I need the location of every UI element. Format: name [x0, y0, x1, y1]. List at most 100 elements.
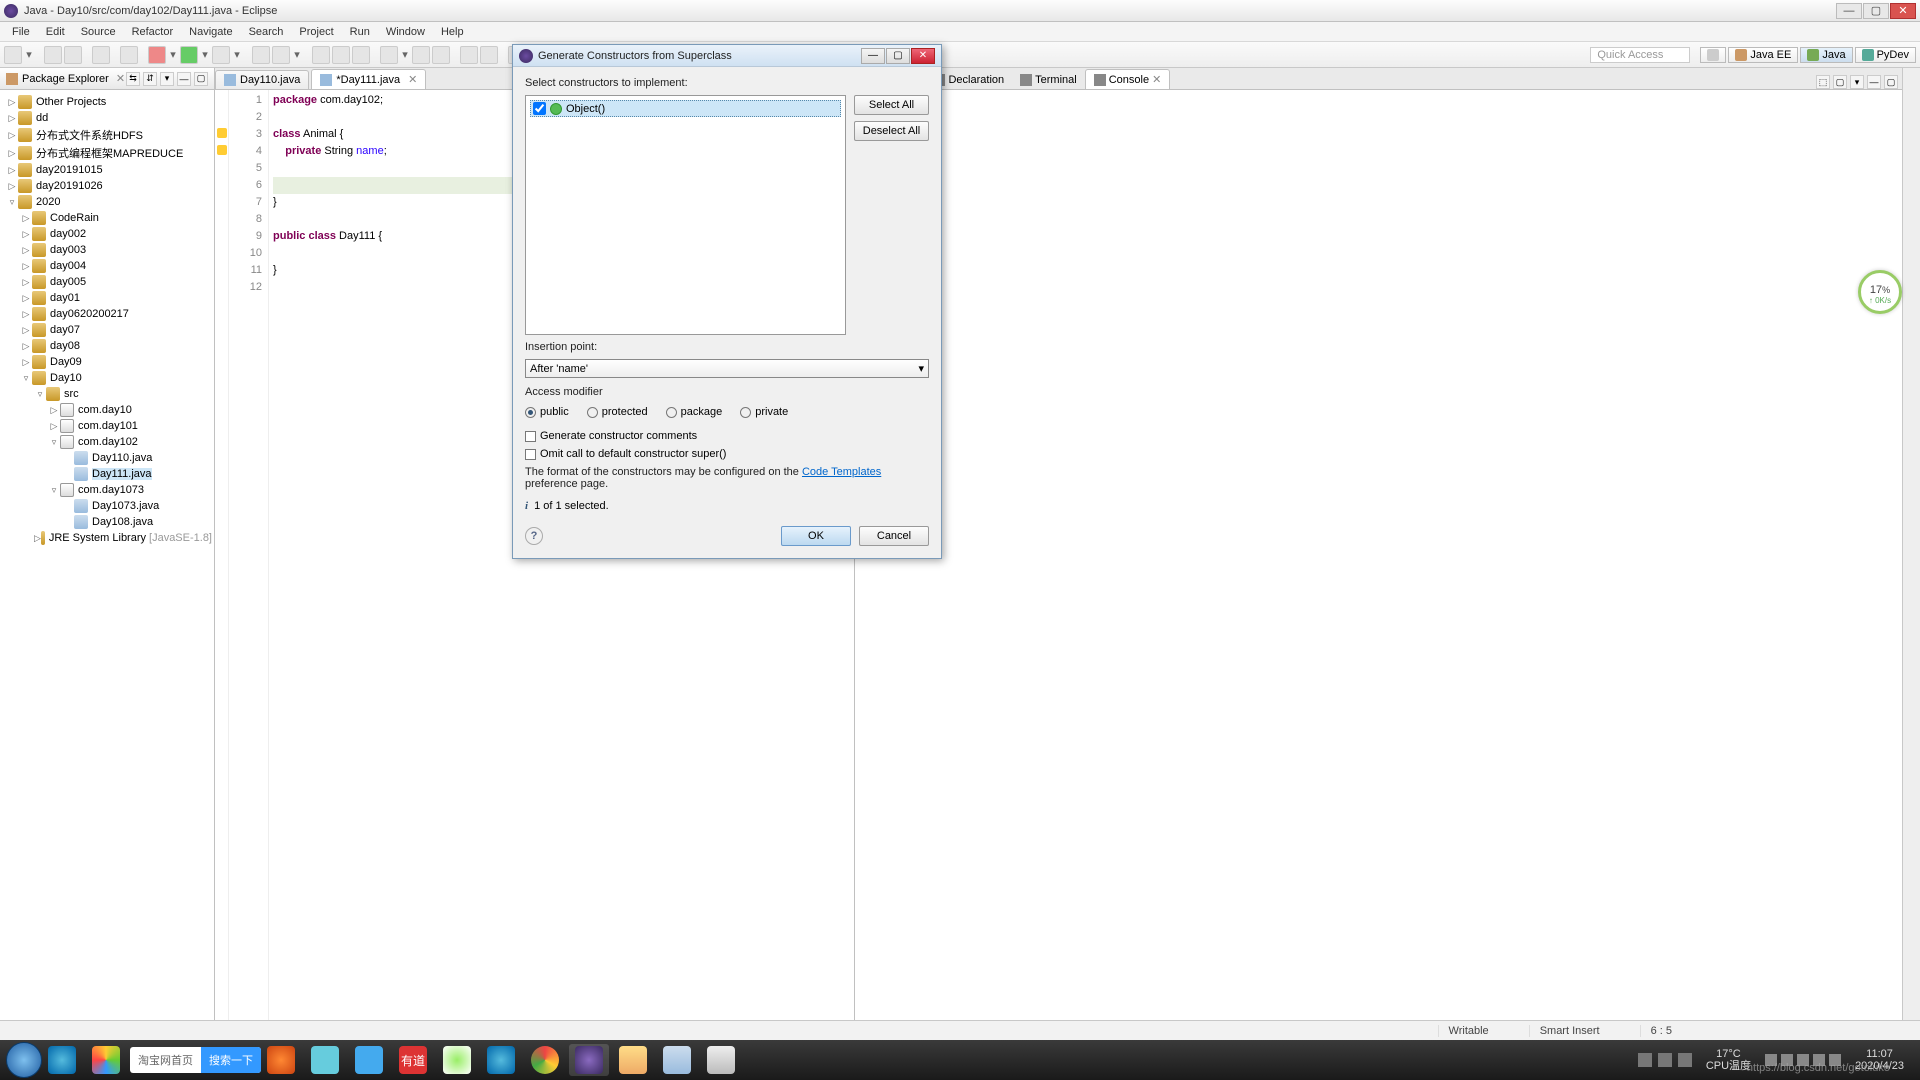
- toggle-button[interactable]: [120, 46, 138, 64]
- tree-item[interactable]: ▷day08: [2, 338, 212, 354]
- view-tab-terminal[interactable]: Terminal: [1012, 71, 1085, 89]
- app-icon-1[interactable]: [86, 1044, 126, 1076]
- youdao-icon[interactable]: 有道: [393, 1044, 433, 1076]
- tray-icon[interactable]: [1678, 1053, 1692, 1067]
- menu-run[interactable]: Run: [342, 24, 378, 40]
- menu-project[interactable]: Project: [291, 24, 341, 40]
- new-button[interactable]: [4, 46, 22, 64]
- view-menu-button[interactable]: ▾: [160, 72, 174, 86]
- tree-item[interactable]: ▷CodeRain: [2, 210, 212, 226]
- menu-refactor[interactable]: Refactor: [124, 24, 182, 40]
- tree-item[interactable]: ▷JRE System Library[JavaSE-1.8]: [2, 530, 212, 546]
- tray-icon[interactable]: [1658, 1053, 1672, 1067]
- maximize-button[interactable]: ▢: [1863, 3, 1889, 19]
- cancel-button[interactable]: Cancel: [859, 526, 929, 546]
- menu-navigate[interactable]: Navigate: [181, 24, 240, 40]
- view-control-button[interactable]: ▢: [1884, 75, 1898, 89]
- help-button[interactable]: ?: [525, 527, 543, 545]
- tree-item[interactable]: ▿2020: [2, 194, 212, 210]
- tree-item[interactable]: ▷day07: [2, 322, 212, 338]
- collapse-all-button[interactable]: ⇆: [126, 72, 140, 86]
- menu-window[interactable]: Window: [378, 24, 433, 40]
- constructor-item-object[interactable]: Object(): [530, 100, 841, 117]
- menu-search[interactable]: Search: [241, 24, 292, 40]
- tray-icon[interactable]: [1638, 1053, 1652, 1067]
- tree-item[interactable]: ▿Day10: [2, 370, 212, 386]
- perspective-java[interactable]: Java: [1800, 47, 1852, 63]
- radio-protected[interactable]: protected: [587, 406, 648, 418]
- new-package-button[interactable]: [252, 46, 270, 64]
- app-icon-2[interactable]: [305, 1044, 345, 1076]
- debug-button[interactable]: [148, 46, 166, 64]
- dialog-maximize-button[interactable]: ▢: [886, 48, 910, 64]
- package-tree[interactable]: ▷Other Projects▷dd▷分布式文件系统HDFS▷分布式编程框架MA…: [0, 90, 214, 1040]
- menu-help[interactable]: Help: [433, 24, 472, 40]
- open-type-button[interactable]: [312, 46, 330, 64]
- tree-item[interactable]: ▷day004: [2, 258, 212, 274]
- view-tab-console[interactable]: Console ✕: [1085, 69, 1171, 89]
- tree-item[interactable]: ▷Day09: [2, 354, 212, 370]
- tb-btn-b[interactable]: [412, 46, 430, 64]
- save-all-button[interactable]: [64, 46, 82, 64]
- ie-icon[interactable]: [42, 1044, 82, 1076]
- new-class-button[interactable]: [272, 46, 290, 64]
- tree-item[interactable]: ▿com.day102: [2, 434, 212, 450]
- print-button[interactable]: [92, 46, 110, 64]
- tree-item[interactable]: ▷day20191026: [2, 178, 212, 194]
- ie-icon-2[interactable]: [481, 1044, 521, 1076]
- tree-item[interactable]: Day110.java: [2, 450, 212, 466]
- perspective-javaee[interactable]: Java EE: [1728, 47, 1798, 63]
- tree-item[interactable]: ▷day002: [2, 226, 212, 242]
- view-control-button[interactable]: ▢: [1833, 75, 1847, 89]
- maximize-view-button[interactable]: ▢: [194, 72, 208, 86]
- radio-public[interactable]: public: [525, 406, 569, 418]
- menu-source[interactable]: Source: [73, 24, 124, 40]
- firefox-icon[interactable]: [261, 1044, 301, 1076]
- close-button[interactable]: ✕: [1890, 3, 1916, 19]
- tree-item[interactable]: ▷分布式文件系统HDFS: [2, 126, 212, 144]
- dialog-minimize-button[interactable]: —: [861, 48, 885, 64]
- minimize-button[interactable]: —: [1836, 3, 1862, 19]
- tree-item[interactable]: ▷Other Projects: [2, 94, 212, 110]
- editor-tab[interactable]: Day110.java: [215, 70, 309, 89]
- quick-access-input[interactable]: Quick Access: [1590, 47, 1690, 63]
- tree-item[interactable]: Day1073.java: [2, 498, 212, 514]
- menu-file[interactable]: File: [4, 24, 38, 40]
- tree-item[interactable]: ▷com.day10: [2, 402, 212, 418]
- select-all-button[interactable]: Select All: [854, 95, 929, 115]
- tree-item[interactable]: Day108.java: [2, 514, 212, 530]
- constructor-tree[interactable]: Object(): [525, 95, 846, 335]
- tb-btn-c[interactable]: [432, 46, 450, 64]
- tree-item[interactable]: ▷day0620200217: [2, 306, 212, 322]
- deselect-all-button[interactable]: Deselect All: [854, 121, 929, 141]
- search-button[interactable]: [352, 46, 370, 64]
- coverage-button[interactable]: [212, 46, 230, 64]
- app-icon-4[interactable]: [437, 1044, 477, 1076]
- explorer-icon[interactable]: [613, 1044, 653, 1076]
- code-templates-link[interactable]: Code Templates: [802, 466, 881, 478]
- open-perspective-button[interactable]: [1700, 47, 1726, 63]
- ok-button[interactable]: OK: [781, 526, 851, 546]
- constructor-checkbox[interactable]: [533, 102, 546, 115]
- generate-comments-checkbox[interactable]: Generate constructor comments: [525, 430, 929, 442]
- tree-item[interactable]: ▷day01: [2, 290, 212, 306]
- chrome-icon[interactable]: [525, 1044, 565, 1076]
- view-control-button[interactable]: ⬚: [1816, 75, 1830, 89]
- view-control-button[interactable]: ▾: [1850, 75, 1864, 89]
- radio-private[interactable]: private: [740, 406, 788, 418]
- tree-item[interactable]: ▷dd: [2, 110, 212, 126]
- open-task-button[interactable]: [332, 46, 350, 64]
- start-button[interactable]: [6, 1042, 42, 1078]
- save-button[interactable]: [44, 46, 62, 64]
- tree-item[interactable]: ▷com.day101: [2, 418, 212, 434]
- dialog-close-button[interactable]: ✕: [911, 48, 935, 64]
- app-icon-3[interactable]: [349, 1044, 389, 1076]
- notepad-icon[interactable]: [657, 1044, 697, 1076]
- omit-super-checkbox[interactable]: Omit call to default constructor super(): [525, 448, 929, 460]
- tree-item[interactable]: ▷分布式编程框架MAPREDUCE: [2, 144, 212, 162]
- view-control-button[interactable]: —: [1867, 75, 1881, 89]
- eclipse-taskbar-icon[interactable]: [569, 1044, 609, 1076]
- run-button[interactable]: [180, 46, 198, 64]
- calc-icon[interactable]: [701, 1044, 741, 1076]
- perspective-pydev[interactable]: PyDev: [1855, 47, 1916, 63]
